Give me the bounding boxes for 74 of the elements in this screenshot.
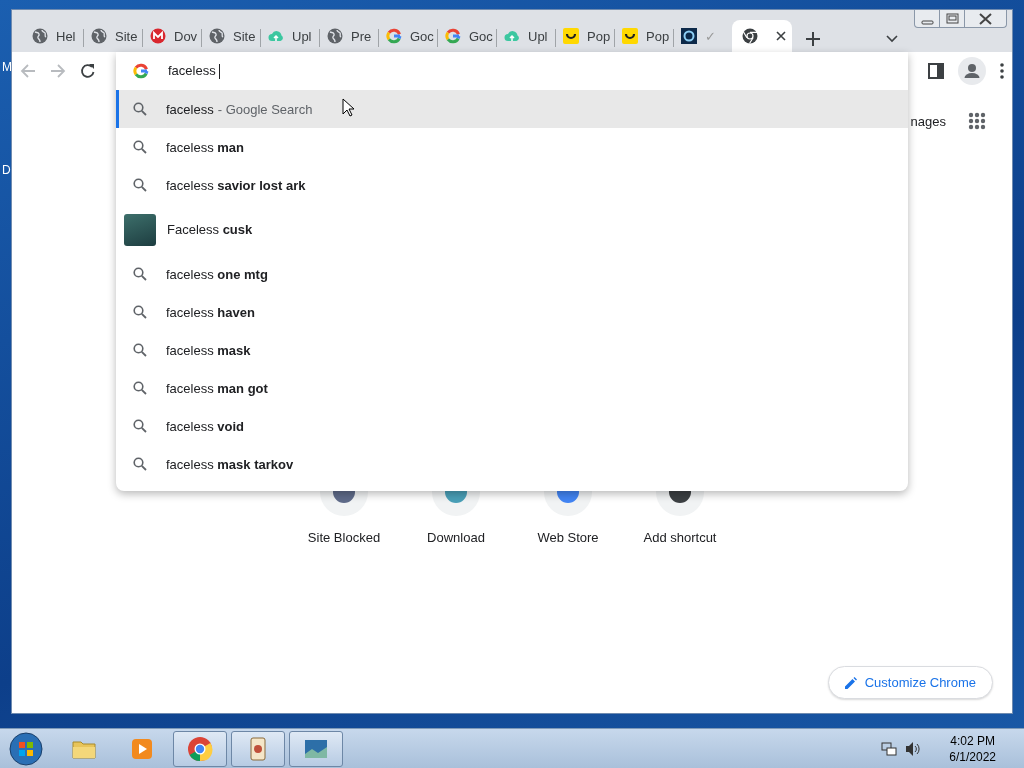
photo-placeholder <box>124 213 156 246</box>
search-icon <box>133 140 147 154</box>
dark-square-icon <box>681 28 697 44</box>
search-suggestion[interactable]: faceless one mtg <box>116 255 908 293</box>
cloud-upload-icon <box>504 28 520 44</box>
chrome-icon <box>187 735 213 762</box>
browser-tab[interactable]: Upl <box>496 20 555 52</box>
side-panel-icon[interactable] <box>928 63 944 79</box>
browser-tab[interactable]: Pre <box>319 20 378 52</box>
browser-tab[interactable]: Dov <box>142 20 201 52</box>
customize-chrome-button[interactable]: Customize Chrome <box>827 666 993 699</box>
reload-icon[interactable] <box>80 63 96 79</box>
search-suggestion[interactable]: faceless haven <box>116 293 908 331</box>
cloud-upload-icon <box>268 28 284 44</box>
desktop-icon-label[interactable]: D <box>2 163 11 177</box>
volume-icon[interactable] <box>905 740 922 757</box>
desktop-icon-label[interactable]: M <box>2 60 12 74</box>
search-icon <box>133 102 147 116</box>
smiley-icon <box>563 28 579 44</box>
browser-tab[interactable]: Pop <box>614 20 673 52</box>
search-icon <box>133 457 147 471</box>
search-suggestion[interactable]: faceless mask tarkov <box>116 445 908 483</box>
chrome-icon <box>742 28 758 44</box>
globe-icon <box>32 28 48 44</box>
shortcut-label[interactable]: Site Blocked <box>307 530 381 545</box>
apps-grid-icon[interactable] <box>968 112 986 130</box>
close-icon[interactable] <box>776 31 786 41</box>
globe-icon <box>91 28 107 44</box>
images-link[interactable]: nages <box>910 113 946 129</box>
smiley-icon <box>622 28 638 44</box>
address-field[interactable]: faceless <box>168 62 220 80</box>
taskbar-button[interactable] <box>173 730 227 767</box>
search-suggestion[interactable]: faceless - Google Search <box>116 90 908 128</box>
shortcut-label[interactable]: Download <box>427 530 485 545</box>
browser-tab[interactable]: Pop <box>555 20 614 52</box>
shortcut-label[interactable]: Web Store <box>537 530 599 545</box>
start-orb-icon[interactable] <box>9 731 43 766</box>
search-icon <box>133 305 147 319</box>
clock[interactable]: 4:02 PM 6/1/2022 <box>949 732 996 765</box>
profile-avatar-icon[interactable] <box>958 57 986 85</box>
pencil-icon <box>844 676 857 689</box>
search-icon <box>133 419 147 433</box>
network-icon[interactable] <box>881 740 898 757</box>
taskbar-button[interactable] <box>231 730 285 767</box>
browser-tab[interactable]: Hel <box>24 20 83 52</box>
mouse-pointer-icon <box>342 98 354 117</box>
search-icon <box>133 178 147 192</box>
search-suggestion[interactable]: faceless man <box>116 128 908 166</box>
search-suggestion[interactable]: faceless man got <box>116 369 908 407</box>
search-suggestion[interactable]: faceless mask <box>116 331 908 369</box>
search-suggestion[interactable]: faceless void <box>116 407 908 445</box>
browser-tab[interactable]: Site <box>83 20 142 52</box>
more-menu-icon[interactable] <box>1000 63 1004 79</box>
shortcut-label[interactable]: Add shortcut <box>643 530 717 545</box>
taskbar-button[interactable] <box>289 730 343 767</box>
search-icon <box>133 267 147 281</box>
text-caret <box>218 64 220 80</box>
search-icon <box>133 343 147 357</box>
chevron-down-icon[interactable] <box>886 35 898 43</box>
globe-icon <box>327 28 343 44</box>
m-logo-icon <box>150 28 166 44</box>
search-icon <box>133 381 147 395</box>
plus-icon[interactable] <box>806 32 820 46</box>
browser-tab[interactable] <box>732 20 792 52</box>
browser-tab[interactable]: Goc <box>378 20 437 52</box>
google-icon <box>386 28 402 44</box>
google-icon <box>133 63 149 79</box>
search-suggestion[interactable]: faceless savior lost ark <box>116 166 908 204</box>
browser-tab[interactable]: Site <box>201 20 260 52</box>
globe-icon <box>209 28 225 44</box>
browser-tab[interactable]: Upl <box>260 20 319 52</box>
entity-suggestion[interactable]: Faceless cusk <box>116 204 908 255</box>
google-icon <box>445 28 461 44</box>
browser-tab[interactable]: Goc <box>437 20 496 52</box>
